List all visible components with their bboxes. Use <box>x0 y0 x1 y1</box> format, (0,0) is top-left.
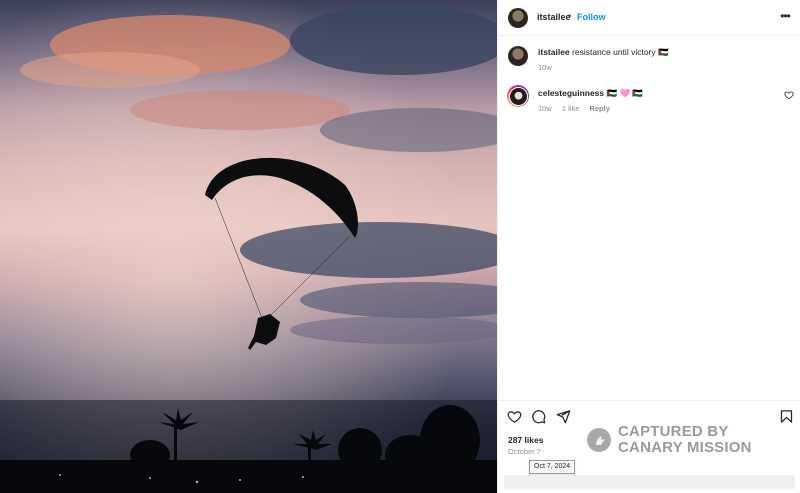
watermark-line-2: CANARY MISSION <box>618 439 752 456</box>
heart-icon[interactable] <box>507 409 522 424</box>
add-comment-input[interactable] <box>504 475 795 489</box>
caption-body: resistance until victory 🇵🇸 <box>569 47 669 57</box>
more-horizontal-icon[interactable]: ••• <box>777 8 793 24</box>
author-avatar[interactable] <box>508 8 528 28</box>
comment-like-heart-icon[interactable] <box>784 90 794 100</box>
comment-icon[interactable] <box>531 409 546 424</box>
caption-time[interactable]: 10w <box>538 63 552 72</box>
share-icon[interactable] <box>556 409 571 424</box>
follow-button[interactable]: Follow <box>577 12 606 22</box>
post-header: itstailee • Follow ••• <box>498 0 800 36</box>
watermark-line-1: CAPTURED BY <box>618 423 729 440</box>
post-side-panel: itstailee • Follow ••• itstailee resista… <box>497 0 800 493</box>
comment-likes[interactable]: 1 like <box>562 104 580 113</box>
canary-logo-icon <box>587 428 611 452</box>
watermark-text: CAPTURED BY CANARY MISSION <box>618 424 752 456</box>
post-photo[interactable] <box>0 0 497 493</box>
comment-meta: 10w 1 like Reply <box>538 104 618 113</box>
caption-text: itstailee resistance until victory 🇵🇸 <box>538 47 669 58</box>
post-actions: 287 likes October 7 CAPTURED BY CANARY M… <box>498 400 800 493</box>
comment-time[interactable]: 10w <box>538 104 552 113</box>
caption-username[interactable]: itstailee <box>538 47 570 57</box>
reply-button[interactable]: Reply <box>589 104 609 113</box>
comment-body: 🇵🇸 🩷 🇵🇸 <box>604 88 643 98</box>
comment-text: celesteguinness 🇵🇸 🩷 🇵🇸 <box>538 88 643 99</box>
likes-count[interactable]: 287 likes <box>508 435 543 445</box>
separator-dot: • <box>568 11 572 21</box>
commenter-username[interactable]: celesteguinness <box>538 88 604 98</box>
date-tooltip: Oct 7, 2024 <box>529 460 576 474</box>
post-date[interactable]: October 7 <box>508 447 541 456</box>
paraglider-sunset-image <box>0 0 497 493</box>
commenter-avatar[interactable] <box>507 85 529 107</box>
canary-mission-watermark: CAPTURED BY CANARY MISSION <box>586 423 796 457</box>
bookmark-icon[interactable] <box>779 409 794 424</box>
caption-avatar[interactable] <box>508 46 528 66</box>
author-username[interactable]: itstailee <box>537 12 571 22</box>
